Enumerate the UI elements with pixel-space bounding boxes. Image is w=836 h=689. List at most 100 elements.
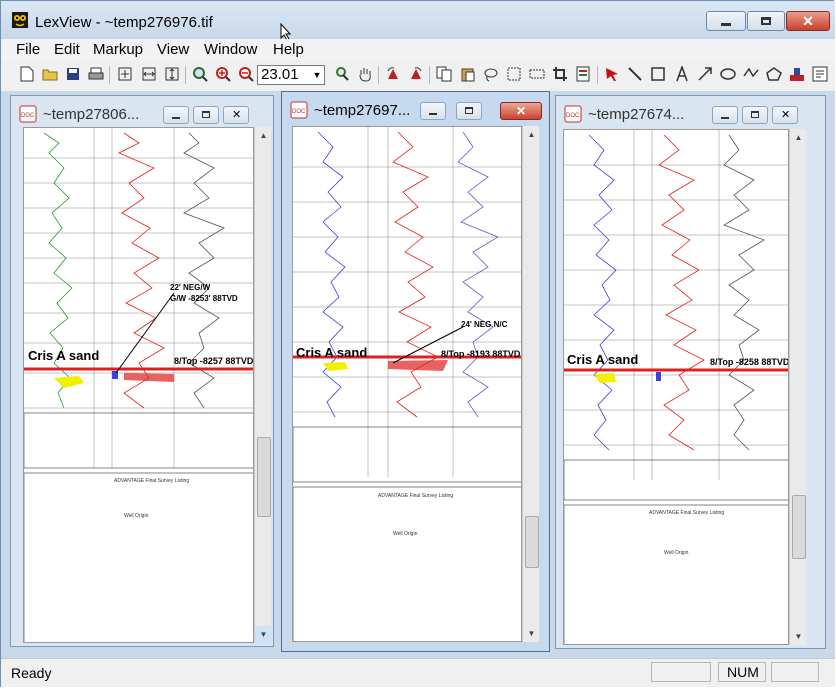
window-title: LexView - ~temp276976.tif (35, 14, 213, 31)
save-icon[interactable] (64, 65, 82, 83)
maximize-button[interactable] (747, 11, 785, 31)
ellipse-tool-icon[interactable] (719, 65, 737, 83)
document-window-3-title: ~temp27674... (588, 106, 685, 123)
page-number-icon[interactable] (811, 65, 829, 83)
document-page-2[interactable]: Cris A sand 8/Top -8193 88TVD 24' NEG N/… (292, 126, 522, 642)
menu-view[interactable]: View (157, 41, 189, 58)
document-window-3-titlebar[interactable]: DOC ~temp27674... ✕ (556, 96, 825, 130)
fit-height-icon[interactable] (163, 65, 181, 83)
minimize-icon (721, 22, 731, 26)
vertical-scrollbar[interactable]: ▲ ▼ (254, 127, 272, 643)
zoom-out-icon[interactable] (237, 65, 255, 83)
marquee-select-icon[interactable] (528, 65, 546, 83)
vertical-scrollbar[interactable]: ▲ ▼ (522, 126, 539, 642)
menu-edit[interactable]: Edit (54, 41, 80, 58)
stamp-tool-icon[interactable] (788, 65, 806, 83)
report-section-label: Well Origin (664, 550, 689, 556)
scroll-up-icon[interactable]: ▲ (790, 129, 807, 146)
new-file-icon[interactable] (18, 65, 36, 83)
document-window-2-title: ~temp27697... (314, 102, 411, 119)
child-maximize-button[interactable] (193, 106, 219, 124)
zoom-tool-icon[interactable] (191, 65, 209, 83)
scroll-thumb[interactable] (792, 495, 806, 559)
close-icon: ✕ (802, 12, 814, 29)
minimize-icon (721, 117, 729, 119)
text-tool-icon[interactable] (673, 65, 691, 83)
properties-icon[interactable] (574, 65, 592, 83)
scroll-down-icon[interactable]: ▼ (255, 626, 272, 643)
title-bar: LexView - ~temp276976.tif ✕ (1, 1, 835, 41)
open-folder-icon[interactable] (41, 65, 59, 83)
scroll-thumb[interactable] (257, 437, 271, 517)
document-window-1[interactable]: DOC ~temp27806... ✕ Cris A sand 8/Top -8… (10, 95, 274, 647)
polyline-tool-icon[interactable] (742, 65, 760, 83)
document-page-3[interactable]: Cris A sand 8/Top -8258 88TVD ADVANTAGE … (563, 129, 789, 645)
paste-icon[interactable] (459, 65, 477, 83)
document-window-1-title: ~temp27806... (43, 106, 140, 123)
zoom-in-icon[interactable] (214, 65, 232, 83)
child-maximize-button[interactable] (456, 102, 482, 120)
close-button[interactable]: ✕ (786, 11, 830, 31)
document-window-1-titlebar[interactable]: DOC ~temp27806... ✕ (11, 96, 273, 130)
child-close-button[interactable]: ✕ (500, 102, 542, 120)
document-window-2-titlebar[interactable]: DOC ~temp27697... ✕ (282, 92, 549, 126)
rect-select-icon[interactable] (505, 65, 523, 83)
markup-pointer-icon[interactable] (603, 65, 621, 83)
menu-file[interactable]: File (16, 41, 40, 58)
crop-icon[interactable] (551, 65, 569, 83)
status-pane-num: NUM (718, 662, 766, 682)
menu-window[interactable]: Window (204, 41, 257, 58)
toolbar-separator (597, 66, 598, 84)
annotation-line-2: G/W -8253' 88TVD (170, 294, 238, 303)
fit-page-icon[interactable] (116, 65, 134, 83)
zoom-level-combo[interactable]: 23.01 ▼ (257, 65, 325, 85)
top-label: 8/Top -8193 88TVD (441, 349, 521, 359)
select-hand-icon[interactable] (333, 65, 351, 83)
annotation-line-1: 24' NEG N/C (461, 320, 508, 329)
document-page-1[interactable]: Cris A sand 8/Top -8257 88TVD 22' NEG/W … (23, 127, 254, 643)
scroll-thumb[interactable] (525, 516, 539, 568)
child-maximize-button[interactable] (742, 106, 768, 124)
scroll-down-icon[interactable]: ▼ (523, 625, 540, 642)
line-tool-icon[interactable] (626, 65, 644, 83)
sand-label: Cris A sand (567, 352, 639, 367)
well-log-image-1 (24, 128, 253, 642)
document-window-2[interactable]: DOC ~temp27697... ✕ Cris A sand 8/Top -8… (281, 91, 550, 652)
report-title: ADVANTAGE Final Survey Listing (649, 510, 725, 516)
copy-icon[interactable] (435, 65, 453, 83)
svg-text:DOC: DOC (292, 109, 306, 115)
annotation-line-1: 22' NEG/W (170, 283, 211, 292)
polygon-tool-icon[interactable] (765, 65, 783, 83)
child-minimize-button[interactable] (712, 106, 738, 124)
rotate-left-icon[interactable] (384, 65, 402, 83)
chevron-down-icon[interactable]: ▼ (310, 66, 324, 84)
rectangle-tool-icon[interactable] (649, 65, 667, 83)
scroll-up-icon[interactable]: ▲ (523, 126, 540, 143)
minimize-button[interactable] (706, 11, 746, 31)
child-close-button[interactable]: ✕ (772, 106, 798, 124)
top-label: 8/Top -8258 88TVD (710, 357, 789, 367)
toolbar-separator (109, 66, 110, 84)
zoom-level-value: 23.01 (261, 66, 299, 83)
print-icon[interactable] (87, 65, 105, 83)
document-icon: DOC (19, 105, 37, 123)
fit-width-icon[interactable] (140, 65, 158, 83)
scroll-down-icon[interactable]: ▼ (790, 628, 807, 645)
child-minimize-button[interactable] (163, 106, 189, 124)
menu-markup[interactable]: Markup (93, 41, 143, 58)
arrow-tool-icon[interactable] (696, 65, 714, 83)
scroll-up-icon[interactable]: ▲ (255, 127, 272, 144)
vertical-scrollbar[interactable]: ▲ ▼ (789, 129, 806, 645)
well-log-image-2 (293, 127, 521, 641)
lasso-icon[interactable] (482, 65, 500, 83)
rotate-right-icon[interactable] (407, 65, 425, 83)
app-icon (12, 12, 28, 28)
child-minimize-button[interactable] (420, 102, 446, 120)
menu-help[interactable]: Help (273, 41, 304, 58)
pan-hand-icon[interactable] (356, 65, 374, 83)
child-close-button[interactable]: ✕ (223, 106, 249, 124)
document-icon: DOC (290, 101, 308, 119)
minimize-icon (429, 113, 437, 115)
maximize-icon (761, 17, 771, 25)
document-window-3[interactable]: DOC ~temp27674... ✕ Cris A sand 8/Top -8… (555, 95, 826, 649)
